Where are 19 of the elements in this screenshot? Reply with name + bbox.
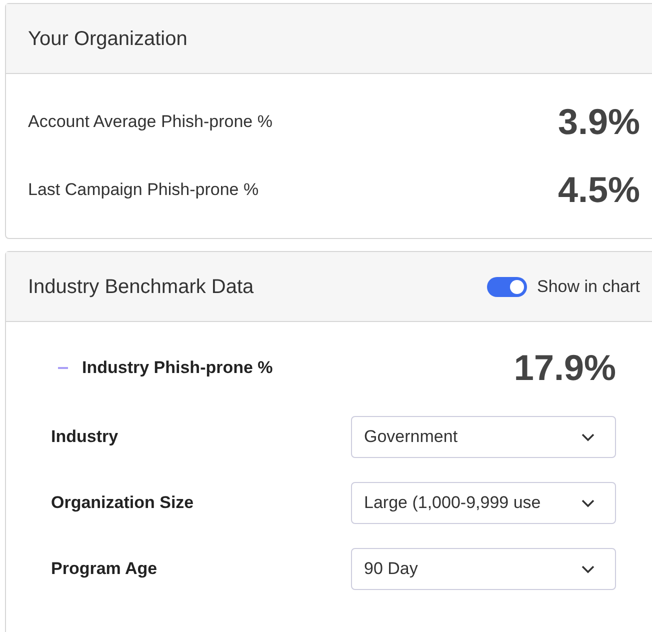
metric-value: 4.5% <box>558 168 640 212</box>
filter-label: Industry <box>51 426 120 448</box>
metric-value: 3.9% <box>558 100 640 144</box>
dropdown-select[interactable]: Large (1,000-9,999 use <box>351 482 616 524</box>
industry-value: 17.9% <box>514 346 616 390</box>
toggle-label: Show in chart <box>537 276 640 298</box>
filter-label: Organization Size <box>51 492 195 514</box>
dropdown-select[interactable]: 90 Day <box>351 548 616 590</box>
legend-label: Industry Phish-prone % <box>82 357 273 380</box>
metric-label: Account Average Phish-prone % <box>28 111 272 134</box>
toggle-switch[interactable] <box>487 276 527 296</box>
chevron-down-icon <box>581 498 595 508</box>
dropdown-select[interactable]: Government <box>351 416 616 458</box>
metric-label: Last Campaign Phish-prone % <box>28 179 259 202</box>
filter-label: Program Age <box>51 558 158 580</box>
card-title: Industry Benchmark Data <box>28 274 254 300</box>
chevron-down-icon <box>581 432 595 442</box>
chevron-down-icon <box>581 564 595 574</box>
card-title: Your Organization <box>28 26 188 52</box>
